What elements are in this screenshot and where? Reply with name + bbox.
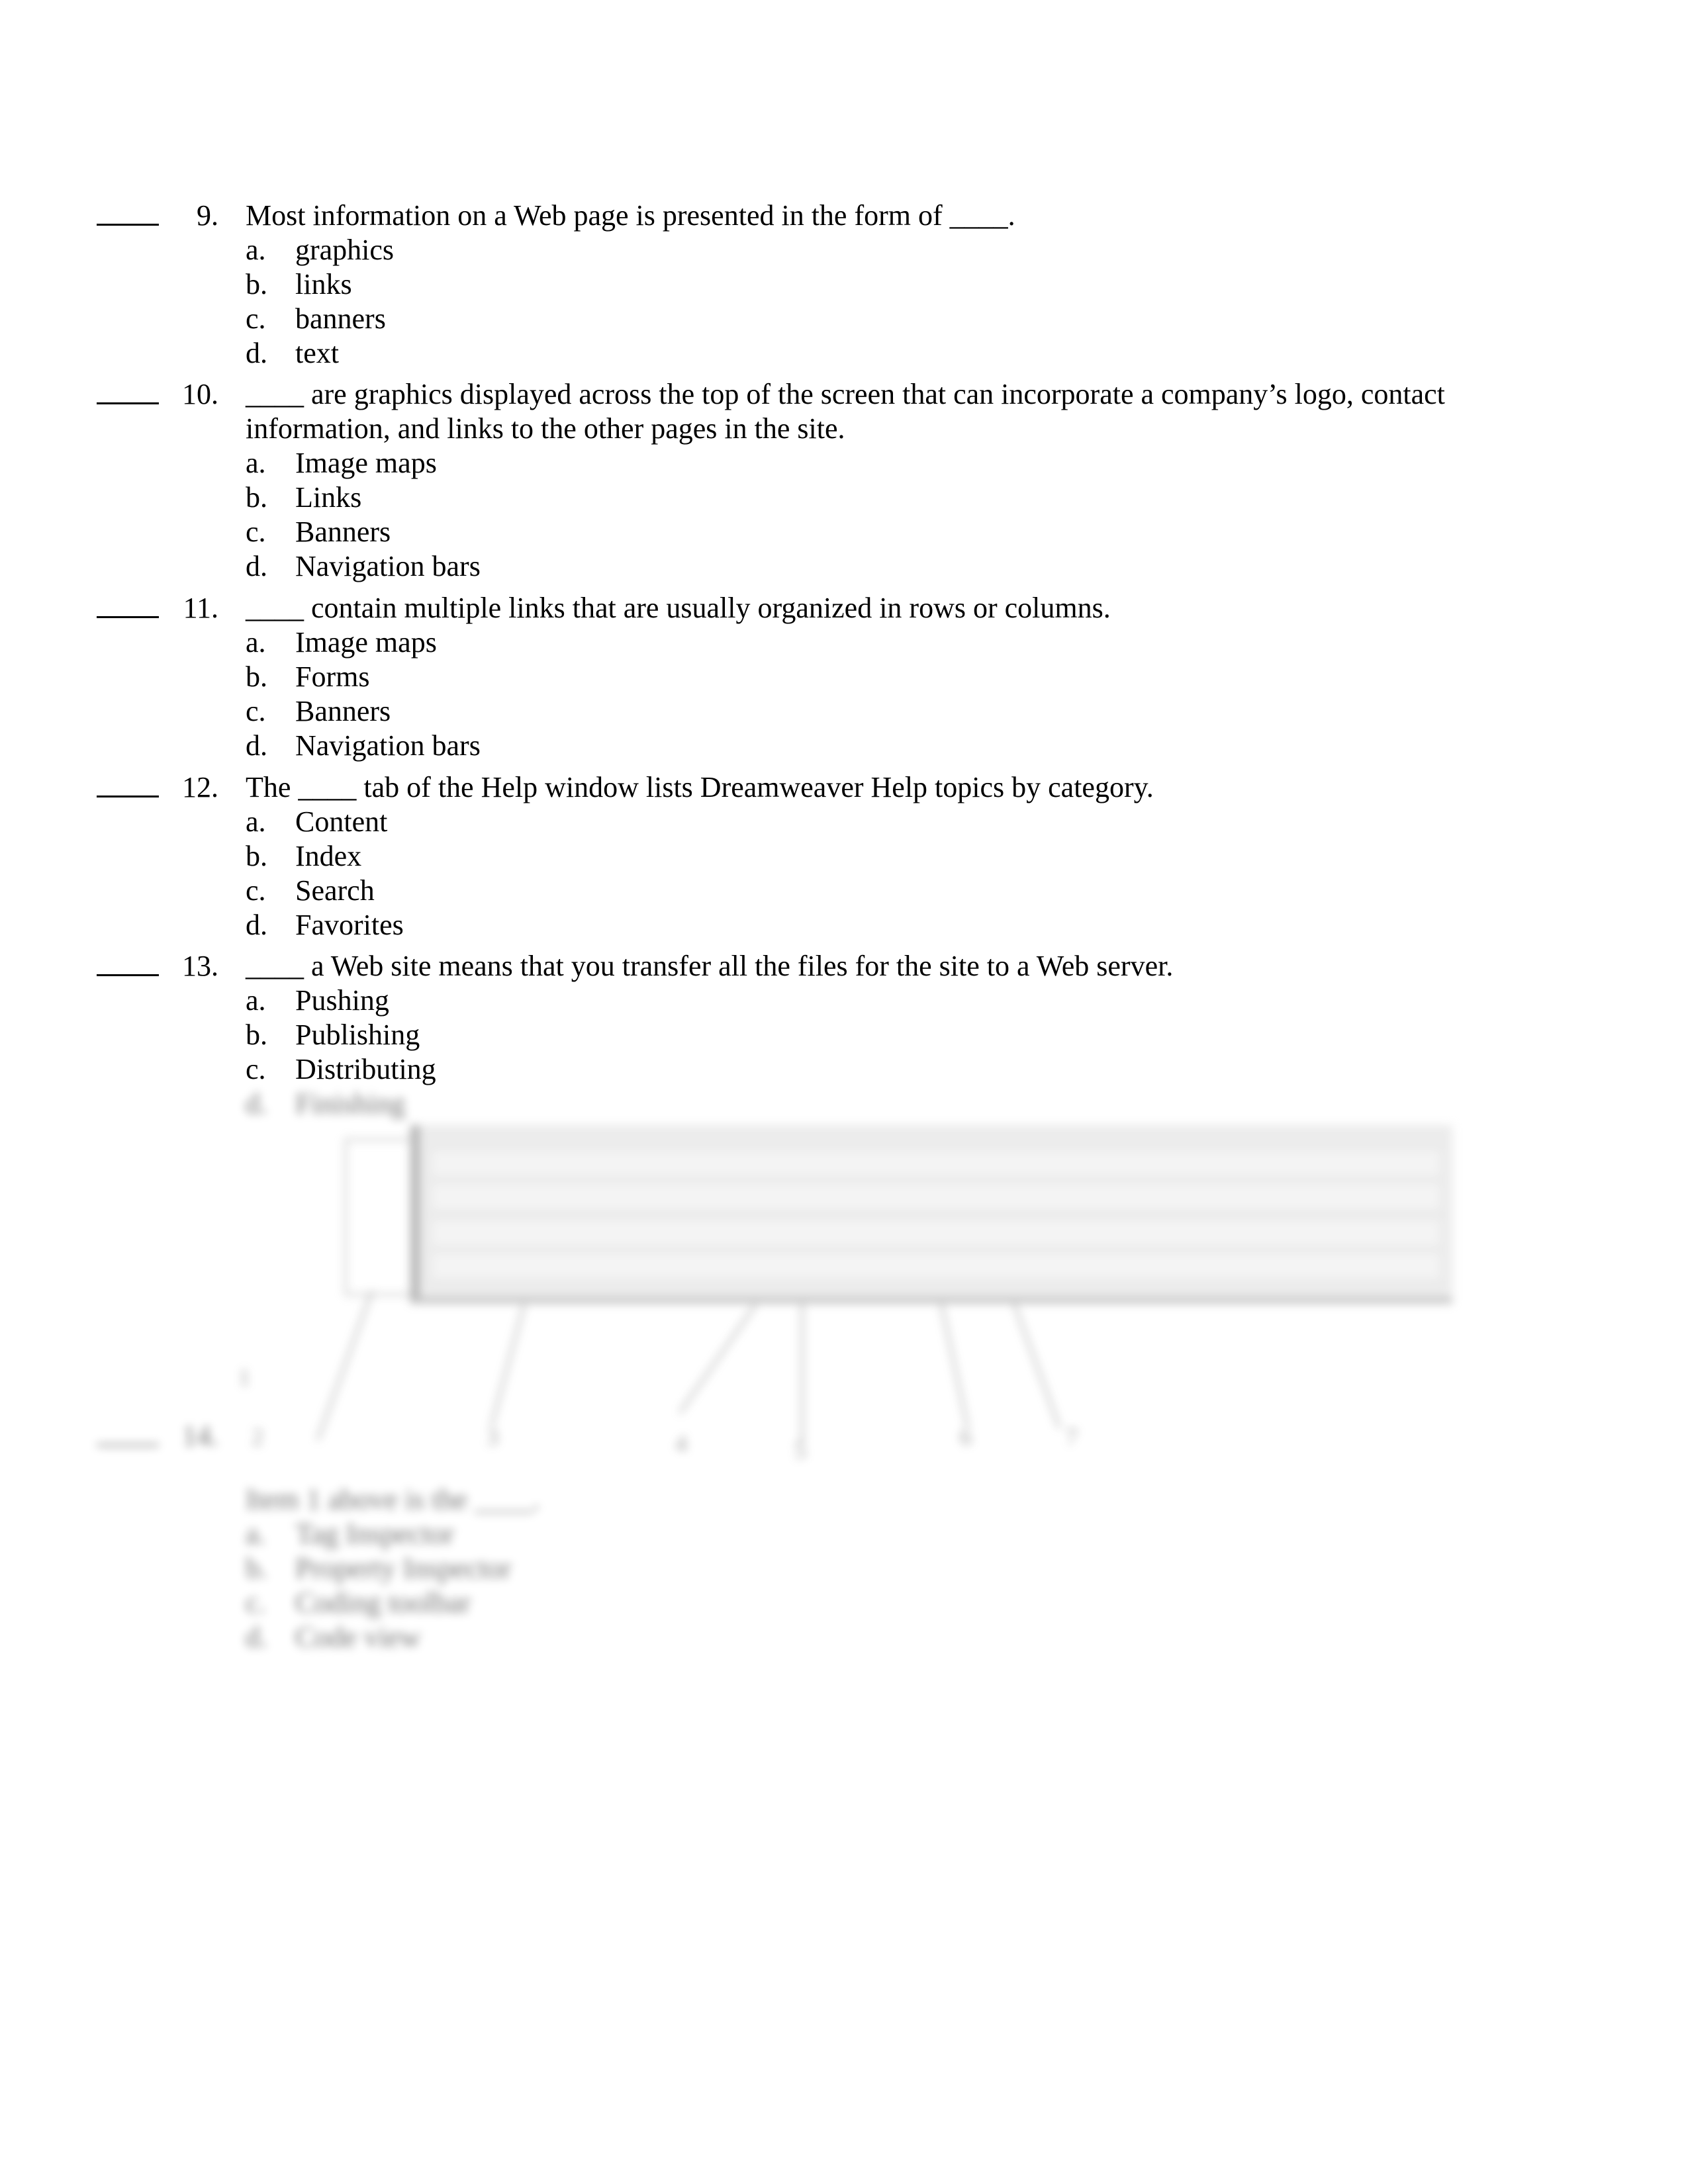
option-letter: c. [246,695,266,727]
option-text: Tag Inspector [295,1518,455,1550]
option-text: Coding toolbar [295,1586,471,1619]
option-letter: d. [246,337,267,369]
question-number: 11. [183,592,218,624]
option-text: Favorites [295,909,404,941]
option-text: Search [295,874,375,907]
property-inspector-figure: 1 2 3 4 5 6 7 [238,1118,1452,1463]
panel-row [433,1185,1439,1208]
callout-number: 6 [960,1424,972,1450]
option-text: Forms [295,660,370,693]
option-text: Property Inspector [295,1552,512,1584]
callout-number: 1 [238,1364,250,1390]
option-text: links [295,268,352,300]
option-text: Navigation bars [295,729,481,762]
callout-line [940,1303,969,1427]
option-text: Publishing [295,1019,420,1051]
figure-bracket [344,1138,420,1296]
callout-line [801,1304,804,1443]
option-text: Distributing [295,1053,436,1085]
option-letter: a. [246,984,266,1017]
option-text: banners [295,302,386,335]
option-letter: b. [246,268,267,300]
panel-row [433,1221,1439,1245]
option-text: Code view [295,1621,421,1653]
callout-line [316,1291,373,1441]
option-letter: c. [246,1053,266,1085]
option-letter: c. [246,516,266,548]
callout-number: 4 [675,1430,687,1457]
panel-row [433,1254,1439,1278]
question-text: Most information on a Web page is presen… [246,199,1015,232]
question-number: 13. [182,950,218,982]
option-text: Links [295,481,362,514]
option-letter: d. [246,1087,267,1120]
option-text: Content [295,805,388,838]
question-text: Item 1 above is the ____. [246,1483,540,1516]
option-letter: a. [246,805,266,838]
option-letter: d. [246,550,267,582]
question-number: 9. [197,199,218,232]
option-letter: a. [246,1518,266,1550]
question-text: ____ are graphics displayed across the t… [246,378,1445,445]
option-text: text [295,337,339,369]
option-letter: a. [246,234,266,266]
option-letter: c. [246,1586,266,1619]
callout-number: 5 [794,1437,806,1463]
callout-number: 3 [487,1424,498,1450]
callout-line [679,1304,757,1414]
inspector-panel [410,1125,1452,1304]
question-number: 10. [182,378,218,410]
option-text: Banners [295,695,391,727]
option-letter: d. [246,729,267,762]
option-letter: b. [246,840,267,872]
callout-line [490,1304,526,1426]
question-text: ____ a Web site means that you transfer … [246,950,1174,982]
option-letter: b. [246,1552,267,1584]
question-number: 12. [182,771,218,803]
callout-number: 2 [252,1424,263,1450]
option-text: Pushing [295,984,389,1017]
option-letter: a. [246,447,266,479]
option-letter: b. [246,660,267,693]
option-text: Banners [295,516,391,548]
option-text: graphics [295,234,395,266]
option-letter: c. [246,874,266,907]
callout-number: 7 [1066,1424,1078,1450]
callout-line [1013,1302,1061,1428]
option-text: Index [295,840,362,872]
question-text: ____ contain multiple links that are usu… [246,592,1111,624]
option-letter: d. [246,1621,267,1653]
option-text: Finishing [295,1087,406,1120]
option-letter: c. [246,302,266,335]
option-letter: d. [246,909,267,941]
question-text: The ____ tab of the Help window lists Dr… [246,771,1154,803]
option-letter: b. [246,481,267,514]
option-text: Navigation bars [295,550,481,582]
option-letter: a. [246,626,266,659]
option-letter: b. [246,1019,267,1051]
option-text: Image maps [295,447,437,479]
panel-row [433,1152,1439,1175]
option-text: Image maps [295,626,437,659]
question-number: 14. [182,1420,218,1452]
